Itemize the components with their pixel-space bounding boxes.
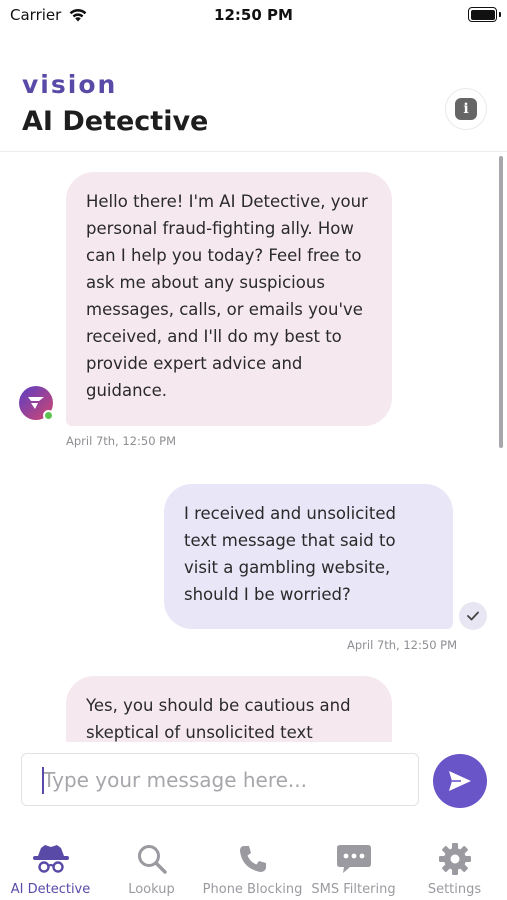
search-icon xyxy=(101,842,202,876)
ai-message-bubble: Hello there! I'm AI Detective, your pers… xyxy=(66,172,392,426)
chat-bubble-icon xyxy=(303,842,404,876)
message-composer xyxy=(21,753,419,806)
app-screen: Carrier 12:50 PM vision AI Detective i H… xyxy=(0,0,507,900)
status-time: 12:50 PM xyxy=(214,6,293,24)
message-timestamp: April 7th, 12:50 PM xyxy=(66,434,177,448)
detective-icon xyxy=(0,842,101,876)
gear-icon xyxy=(404,842,505,876)
online-status-dot xyxy=(43,410,54,421)
send-icon xyxy=(449,771,471,791)
tab-lookup[interactable]: Lookup xyxy=(101,830,202,900)
tab-label: AI Detective xyxy=(10,882,91,897)
brand-logo: vision xyxy=(22,70,118,99)
info-button[interactable]: i xyxy=(445,88,487,130)
info-icon: i xyxy=(455,98,477,120)
status-bar: Carrier 12:50 PM xyxy=(0,0,507,32)
tab-label: Phone Blocking xyxy=(202,882,303,897)
send-button[interactable] xyxy=(433,754,487,808)
ai-message-bubble: Yes, you should be cautious and skeptica… xyxy=(66,676,392,742)
chat-scrollbar[interactable] xyxy=(499,156,503,448)
text-caret xyxy=(42,767,44,794)
tab-label: Settings xyxy=(427,882,482,897)
phone-icon xyxy=(202,842,303,876)
message-input[interactable] xyxy=(22,754,418,805)
page-title: AI Detective xyxy=(22,106,209,137)
tab-sms-filtering[interactable]: SMS Filtering xyxy=(303,830,404,900)
message-timestamp: April 7th, 12:50 PM xyxy=(347,638,458,652)
battery-cap xyxy=(499,12,501,17)
ai-logo-icon xyxy=(28,397,44,409)
tab-label: Lookup xyxy=(128,882,175,897)
tab-phone-blocking[interactable]: Phone Blocking xyxy=(202,830,303,900)
tab-bar: AI Detective Lookup Phone Blocking SMS F… xyxy=(0,830,507,900)
ai-avatar xyxy=(19,386,54,421)
chat-thread[interactable]: Hello there! I'm AI Detective, your pers… xyxy=(0,152,507,742)
tab-settings[interactable]: Settings xyxy=(404,830,505,900)
tab-ai-detective[interactable]: AI Detective xyxy=(0,830,101,900)
battery-icon xyxy=(468,7,497,22)
tab-label: SMS Filtering xyxy=(311,882,396,897)
user-message-bubble: I received and unsolicited text message … xyxy=(164,484,453,629)
read-receipt-check-icon xyxy=(459,602,487,630)
